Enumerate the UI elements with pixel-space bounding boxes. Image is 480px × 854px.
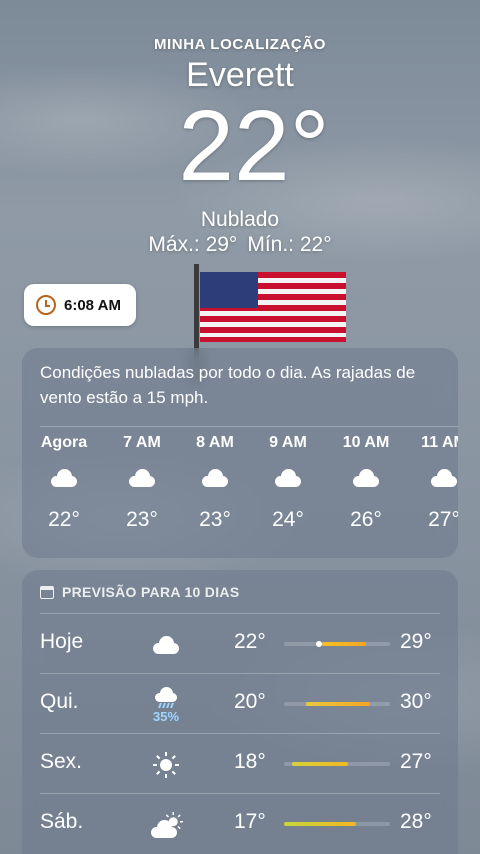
cloud-icon	[273, 469, 303, 487]
temperature-range-bar	[284, 762, 390, 766]
forecast-low: 20°	[234, 690, 266, 713]
divider	[40, 426, 458, 427]
hour-temp: 23°	[126, 508, 158, 531]
rain-cloud-icon: 35%	[144, 683, 188, 727]
forecast-day: Hoje	[40, 630, 84, 653]
cloud-icon	[49, 469, 79, 487]
hour-item: 9 AM 24°	[252, 434, 324, 532]
high-low: Máx.: 29° Mín.: 22°	[0, 233, 480, 257]
forecast-row[interactable]: Qui. 35% 20° 30°	[22, 673, 458, 733]
cloud-icon	[151, 636, 181, 654]
forecast-title: PREVISÃO PARA 10 DIAS	[62, 584, 240, 600]
hourly-summary: Condições nubladas por todo o dia. As ra…	[40, 363, 416, 407]
forecast-day: Qui.	[40, 690, 79, 713]
forecast-day: Sex.	[40, 750, 83, 773]
high-temperature: Máx.: 29°	[148, 233, 238, 256]
cloud-icon	[200, 469, 230, 487]
forecast-low: 18°	[234, 750, 266, 773]
hour-label: 11 AM	[421, 434, 458, 451]
calendar-icon	[40, 585, 54, 599]
temperature-range-bar	[284, 641, 390, 647]
forecast-high: 28°	[400, 810, 432, 833]
clock-icon	[36, 295, 56, 315]
hour-temp: 27°	[428, 508, 458, 531]
hour-item: 8 AM 23°	[179, 434, 251, 532]
hour-label: 7 AM	[123, 434, 161, 451]
hour-label: 9 AM	[269, 434, 307, 451]
hour-label: Agora	[40, 434, 88, 451]
ten-day-forecast-card[interactable]: PREVISÃO PARA 10 DIAS Hoje 22° 29° Qui. …	[22, 570, 458, 854]
temperature-range-bar	[284, 702, 390, 706]
forecast-row[interactable]: Sáb. 17° 28°	[22, 793, 458, 853]
cloud-icon	[127, 469, 157, 487]
location-label: MINHA LOCALIZAÇÃO	[153, 36, 327, 53]
forecast-row[interactable]: Hoje 22° 29°	[22, 613, 458, 673]
forecast-low: 22°	[234, 630, 266, 653]
sun-icon	[153, 752, 179, 778]
time-badge: 6:08 AM	[24, 284, 136, 326]
hour-item: 10 AM 26°	[330, 434, 402, 532]
hour-temp: 26°	[350, 508, 382, 531]
forecast-low: 17°	[234, 810, 266, 833]
cloud-icon	[429, 469, 458, 487]
hour-temp: 24°	[272, 508, 304, 531]
forecast-row[interactable]: Sex. 18° 27°	[22, 733, 458, 793]
hour-item: 7 AM 23°	[106, 434, 178, 532]
current-condition: Nublado	[200, 208, 280, 231]
precip-chance: 35%	[152, 708, 180, 724]
time-text: 6:08 AM	[64, 296, 121, 314]
hour-item: Agora 22°	[28, 434, 100, 532]
hour-temp: 23°	[199, 508, 231, 531]
low-temperature: Mín.: 22°	[247, 233, 332, 256]
hour-item: 11 AM 27°	[408, 434, 458, 532]
hour-temp: 22°	[48, 508, 80, 531]
forecast-high: 30°	[400, 690, 432, 713]
forecast-high: 27°	[400, 750, 432, 773]
forecast-header: PREVISÃO PARA 10 DIAS	[40, 584, 239, 600]
forecast-high: 29°	[400, 630, 432, 653]
hourly-row[interactable]: Agora 22° 7 AM 23° 8 AM 23° 9 AM 24° 10 …	[22, 434, 458, 544]
temperature-range-bar	[284, 822, 390, 826]
forecast-day: Sáb.	[40, 810, 84, 833]
cloud-icon	[351, 469, 381, 487]
hour-label: 8 AM	[196, 434, 234, 451]
current-temperature: 22°	[178, 90, 330, 202]
partly-cloudy-icon	[149, 812, 183, 838]
hourly-forecast-card[interactable]: Condições nubladas por todo o dia. As ra…	[22, 348, 458, 558]
hour-label: 10 AM	[342, 434, 390, 451]
